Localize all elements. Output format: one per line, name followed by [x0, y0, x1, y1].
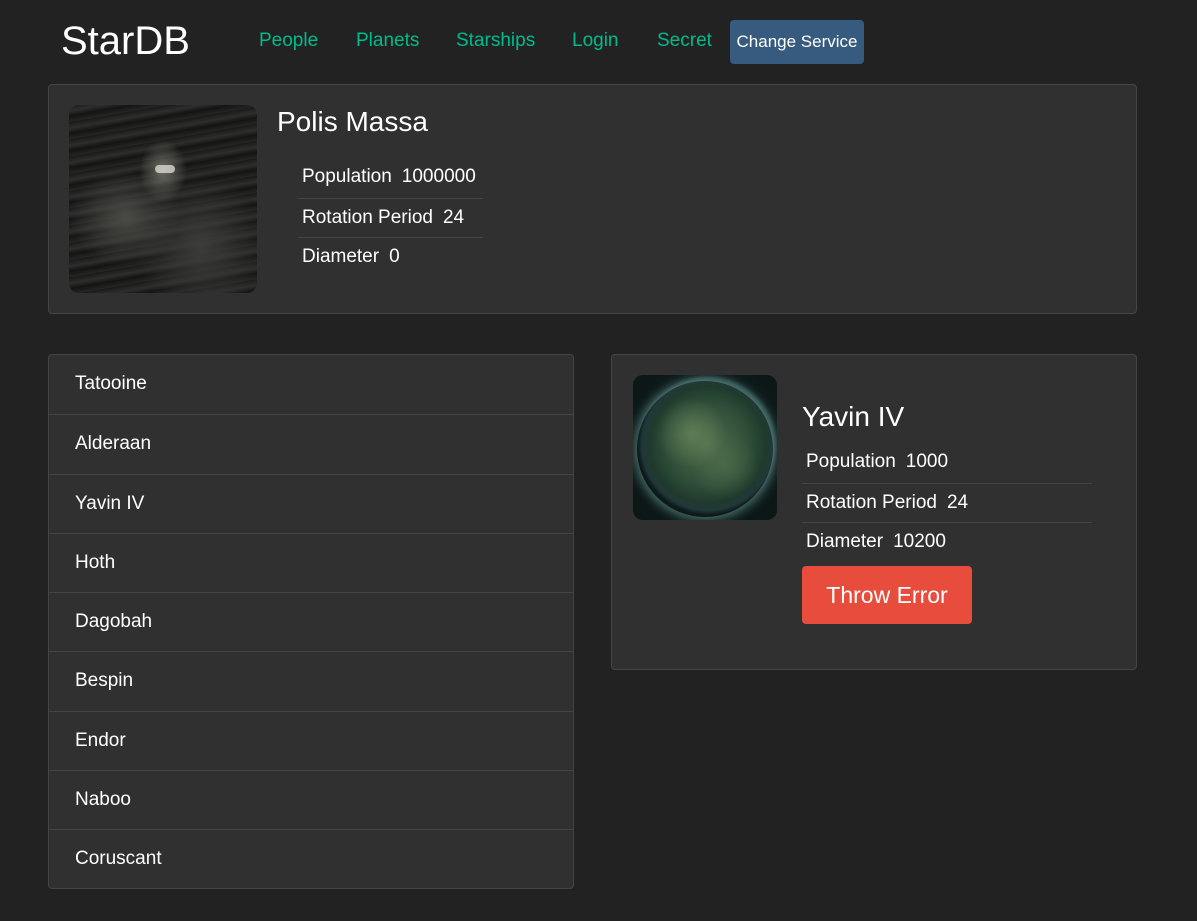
list-item[interactable]: Dagobah — [49, 592, 573, 651]
nav-secret[interactable]: Secret — [657, 29, 712, 53]
detail-term: Rotation Period — [806, 491, 937, 513]
detail-value: 0 — [389, 246, 400, 267]
planet-details-card: Yavin IV Population 1000 Rotation Period 2… — [611, 354, 1137, 670]
detail-row-rotation-period: Rotation Period 24 — [298, 197, 483, 238]
nav-login[interactable]: Login — [572, 29, 619, 53]
nav-planets[interactable]: Planets — [356, 29, 419, 53]
detail-term: Diameter — [302, 246, 380, 267]
detail-row-rotation-period: Rotation Period 24 — [802, 482, 1092, 523]
detail-term: Population — [302, 166, 392, 187]
detail-value: 24 — [442, 206, 465, 228]
detail-value: 1000000 — [401, 166, 476, 187]
planet-name: Yavin IV — [802, 401, 905, 432]
detail-value: 24 — [946, 491, 969, 513]
detail-value: 10200 — [893, 531, 946, 552]
detail-value: 1000 — [905, 451, 949, 472]
list-item[interactable]: Tatooine — [49, 355, 573, 414]
planet-image — [633, 375, 777, 520]
brand-logo[interactable]: StarDB — [61, 18, 190, 64]
detail-term: Diameter — [806, 531, 884, 552]
image-highlight — [155, 165, 175, 173]
random-planet-details: Population 1000000 Rotation Period 24 Diam… — [298, 158, 483, 277]
detail-row-diameter: Diameter 0 — [298, 237, 483, 277]
change-service-button[interactable]: Change Service — [730, 20, 864, 64]
list-item[interactable]: Endor — [49, 710, 573, 770]
nav-starships[interactable]: Starships — [456, 29, 535, 53]
detail-term: Rotation Period — [302, 206, 433, 228]
detail-row-diameter: Diameter 10200 — [802, 522, 1092, 562]
header: StarDB People Planets Starships Login Se… — [0, 0, 1197, 84]
nav-people[interactable]: People — [259, 29, 318, 53]
throw-error-button[interactable]: Throw Error — [802, 566, 972, 624]
list-item[interactable]: Alderaan — [49, 414, 573, 473]
detail-row-population: Population 1000 — [802, 443, 1092, 483]
random-planet-card: Polis Massa Population 1000000 Rotation P… — [48, 84, 1137, 314]
list-item[interactable]: Coruscant — [49, 829, 573, 888]
list-item[interactable]: Yavin IV — [49, 473, 573, 533]
planet-surface — [637, 381, 773, 517]
detail-row-population: Population 1000000 — [298, 158, 483, 198]
planet-details: Population 1000 Rotation Period 24 Diamete… — [802, 443, 1092, 562]
list-item[interactable]: Bespin — [49, 651, 573, 710]
random-planet-image — [69, 105, 257, 293]
list-item[interactable]: Hoth — [49, 532, 573, 592]
list-item[interactable]: Naboo — [49, 769, 573, 829]
planet-list: Tatooine Alderaan Yavin IV Hoth Dagobah … — [48, 354, 574, 889]
detail-term: Population — [806, 451, 896, 472]
random-planet-name: Polis Massa — [277, 106, 428, 137]
